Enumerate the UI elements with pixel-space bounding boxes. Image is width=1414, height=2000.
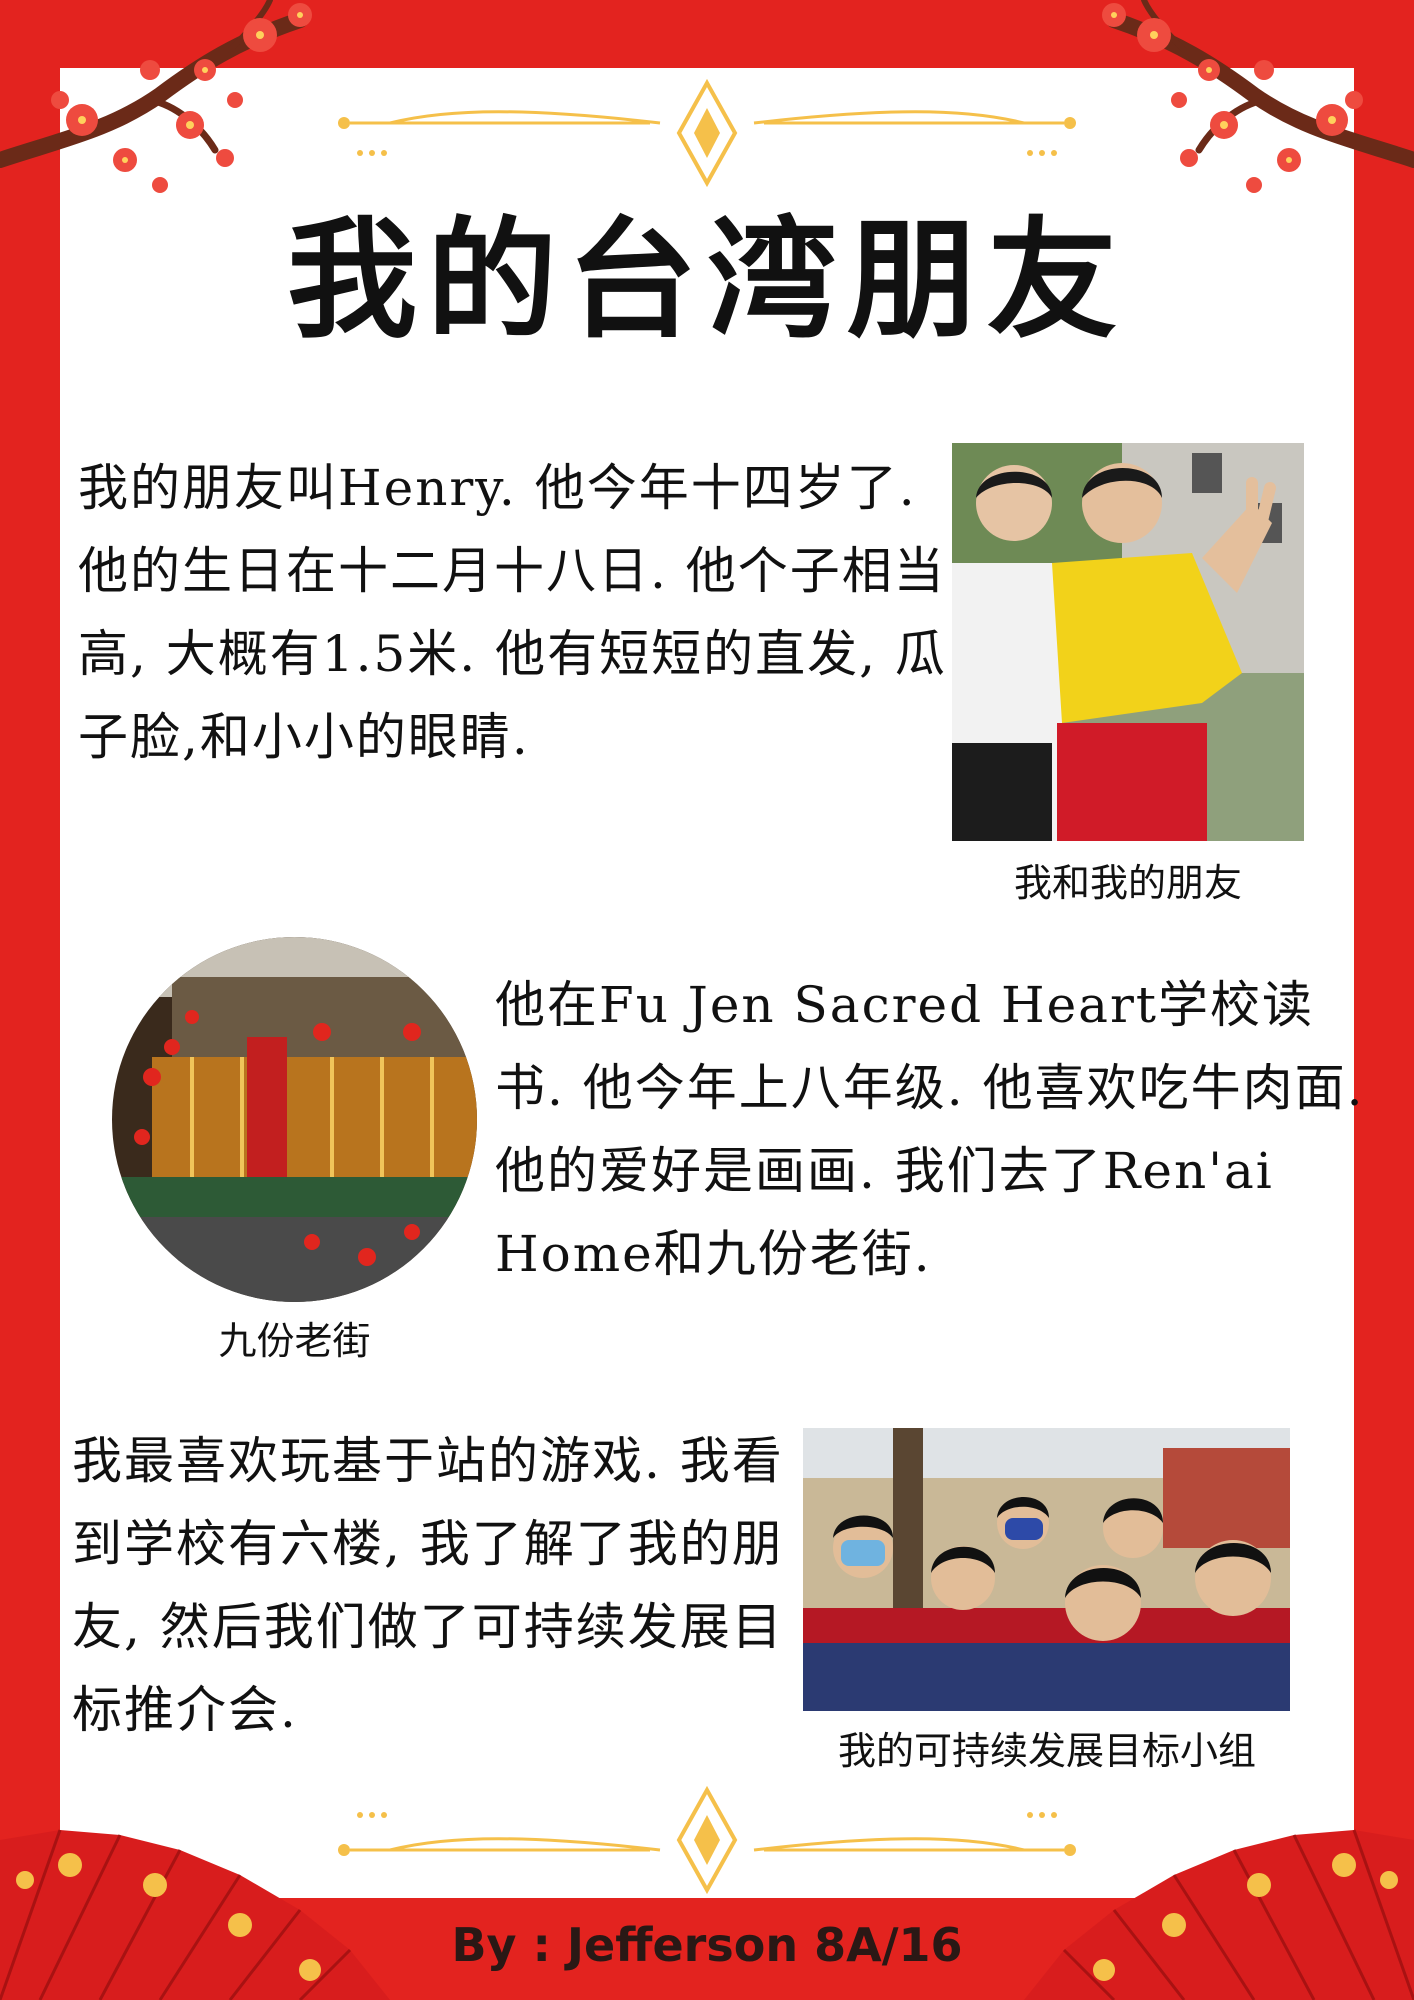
- poster: 我的台湾朋友 我的朋友叫Henry. 他今年十四岁了. 他的生日在十二月十八日.…: [0, 0, 1414, 2000]
- top-gold-divider-icon: [338, 78, 1076, 188]
- paragraph-friend-intro: 我的朋友叫Henry. 他今年十四岁了. 他的生日在十二月十八日. 他个子相当高…: [78, 459, 947, 766]
- red-paper-fan-right-icon: [1024, 1829, 1414, 2000]
- photo-sdg-group: [803, 1428, 1290, 1711]
- page-title: 我的台湾朋友: [286, 203, 1127, 356]
- caption-jiufen-old-street: 九份老街: [218, 1319, 371, 1363]
- plum-blossom-branch-right-icon: [1102, 0, 1414, 193]
- author-byline: By : Jefferson 8A/16: [451, 1918, 963, 1972]
- paragraph-school-hobbies: 他在Fu Jen Sacred Heart学校读书. 他今年上八年级. 他喜欢吃…: [495, 976, 1365, 1283]
- red-paper-fan-left-icon: [0, 1829, 390, 2000]
- paragraph-games-sdg: 我最喜欢玩基于站的游戏. 我看到学校有六楼, 我了解了我的朋友, 然后我们做了可…: [72, 1432, 784, 1739]
- plum-blossom-branch-left-icon: [0, 0, 312, 193]
- photo-jiufen-old-street: [112, 937, 477, 1302]
- photo-me-and-friend: [952, 443, 1304, 841]
- caption-me-and-friend: 我和我的朋友: [1013, 861, 1242, 905]
- caption-sdg-group: 我的可持续发展目标小组: [837, 1729, 1256, 1773]
- bottom-gold-divider-icon: [338, 1785, 1076, 1895]
